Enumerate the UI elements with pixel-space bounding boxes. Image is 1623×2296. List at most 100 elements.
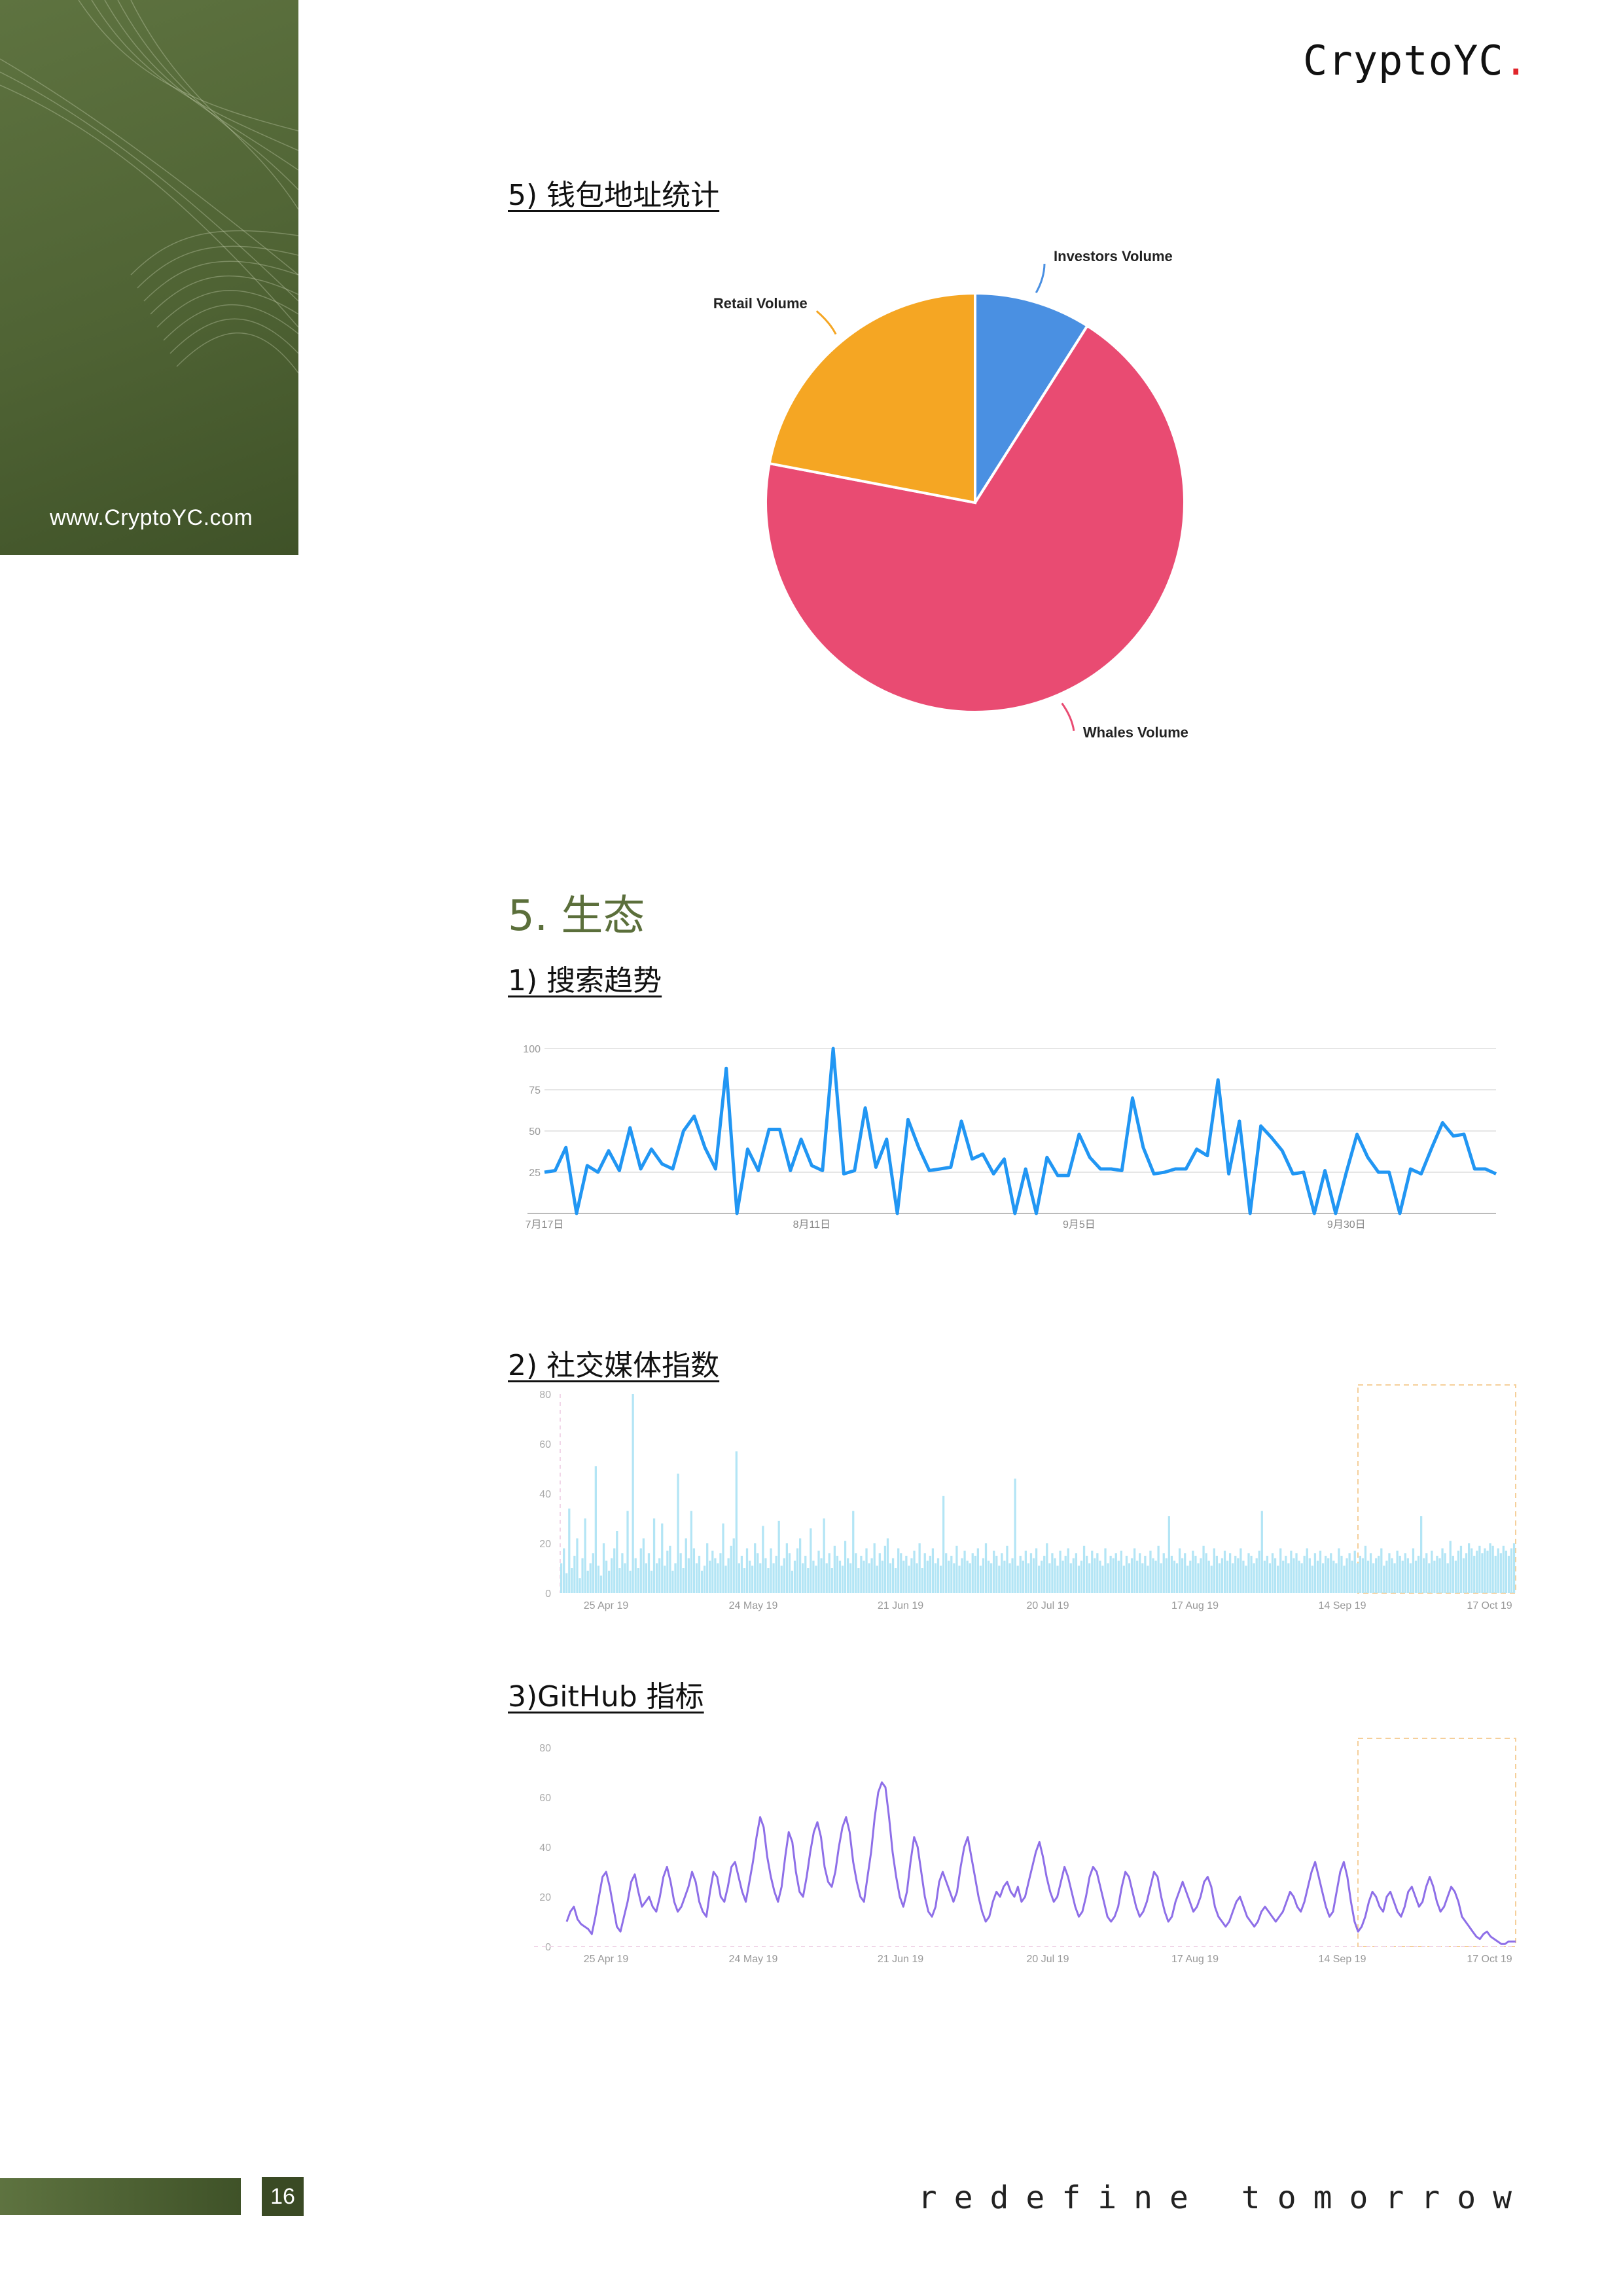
social-bar [1494, 1556, 1497, 1593]
social-bar [1178, 1548, 1181, 1593]
y-tick-label: 75 [529, 1085, 541, 1096]
social-bar [584, 1518, 586, 1593]
social-bar [611, 1558, 613, 1593]
github-series [565, 1781, 1516, 1945]
social-bar [1144, 1556, 1147, 1593]
social-bar [1380, 1548, 1383, 1593]
social-bar [1436, 1556, 1438, 1593]
social-bar [878, 1553, 881, 1593]
social-bar [639, 1548, 642, 1593]
social-bar [740, 1556, 743, 1593]
website-url: www.CryptoYC.com [50, 505, 253, 530]
social-bar [1457, 1551, 1460, 1593]
social-bar [1168, 1516, 1170, 1593]
social-bar [810, 1528, 812, 1593]
x-tick-label: 14 Sep 19 [1319, 1954, 1366, 1965]
social-bar [671, 1570, 674, 1593]
social-bar [759, 1563, 762, 1593]
social-bar [868, 1563, 870, 1593]
social-bar [1385, 1560, 1388, 1593]
social-bar [883, 1545, 887, 1593]
social-bar [1232, 1563, 1234, 1593]
social-bar [905, 1556, 908, 1593]
social-bar [1266, 1556, 1269, 1593]
social-bar [650, 1570, 653, 1593]
social-bar [1218, 1563, 1221, 1593]
social-bar [780, 1566, 783, 1593]
social-bar [632, 1394, 634, 1593]
social-bar [1468, 1543, 1471, 1593]
social-bar [1444, 1553, 1446, 1593]
social-bar [772, 1563, 775, 1593]
social-bar [1290, 1551, 1293, 1593]
social-bar [916, 1563, 918, 1593]
social-bar [1250, 1556, 1253, 1593]
social-bar [998, 1566, 1001, 1593]
social-bar [626, 1511, 629, 1593]
social-bar [1136, 1560, 1139, 1593]
social-bar [1268, 1563, 1272, 1593]
social-bar [1332, 1560, 1335, 1593]
x-tick-label: 20 Jul 19 [1027, 1600, 1069, 1611]
social-bar [1215, 1556, 1218, 1593]
social-bar [939, 1566, 942, 1593]
social-bar [1117, 1560, 1120, 1593]
social-bar [1247, 1553, 1250, 1593]
social-bar [926, 1560, 929, 1593]
social-bar [948, 1560, 950, 1593]
social-bar [1061, 1560, 1064, 1593]
social-bar [1154, 1560, 1157, 1593]
social-bar [730, 1545, 732, 1593]
social-bar [743, 1568, 746, 1593]
social-bar [706, 1543, 709, 1593]
social-bar [1086, 1556, 1088, 1593]
social-bar [995, 1556, 998, 1593]
social-bar [1512, 1543, 1516, 1593]
social-bar [1141, 1563, 1144, 1593]
social-bar [767, 1568, 770, 1593]
y-tick-label: 100 [523, 1044, 541, 1055]
social-bar [722, 1523, 724, 1593]
social-bar [799, 1538, 802, 1593]
social-bar [581, 1558, 584, 1593]
x-tick-label: 20 Jul 19 [1027, 1954, 1069, 1965]
x-tick-label: 24 May 19 [729, 1600, 778, 1611]
social-bar [637, 1568, 639, 1593]
social-bar [1378, 1556, 1380, 1593]
social-bar [1016, 1566, 1019, 1593]
social-bar [897, 1548, 900, 1593]
social-bar [1152, 1558, 1154, 1593]
social-bar [669, 1545, 671, 1593]
social-bar [1438, 1558, 1441, 1593]
sidebar-banner: www.CryptoYC.com [0, 0, 298, 555]
social-bar [929, 1556, 931, 1593]
social-bar [724, 1566, 727, 1593]
social-bar [685, 1538, 687, 1593]
social-bar [1263, 1560, 1266, 1593]
social-bar [1213, 1548, 1215, 1593]
social-bar [624, 1563, 626, 1593]
social-bar [1260, 1511, 1263, 1593]
social-bar [1038, 1566, 1041, 1593]
social-bar [1032, 1558, 1035, 1593]
social-bar [1194, 1556, 1197, 1593]
social-bar [1401, 1560, 1404, 1593]
social-bar [1011, 1558, 1014, 1593]
pie-label: Retail Volume [713, 295, 808, 312]
social-bar [613, 1548, 616, 1593]
social-bar [1489, 1543, 1491, 1593]
social-bar [807, 1568, 810, 1593]
social-bar [1245, 1566, 1247, 1593]
social-bar [918, 1543, 921, 1593]
social-bar [1454, 1560, 1457, 1593]
social-bar [976, 1548, 979, 1593]
y-tick-label: 80 [539, 1743, 551, 1754]
social-bar [1240, 1548, 1242, 1593]
social-bar [698, 1556, 701, 1593]
social-bar [1072, 1558, 1075, 1593]
x-tick-label: 14 Sep 19 [1319, 1600, 1366, 1611]
social-bar [709, 1560, 711, 1593]
social-bar [902, 1560, 905, 1593]
social-bar [735, 1451, 738, 1593]
social-bar [1003, 1560, 1006, 1593]
